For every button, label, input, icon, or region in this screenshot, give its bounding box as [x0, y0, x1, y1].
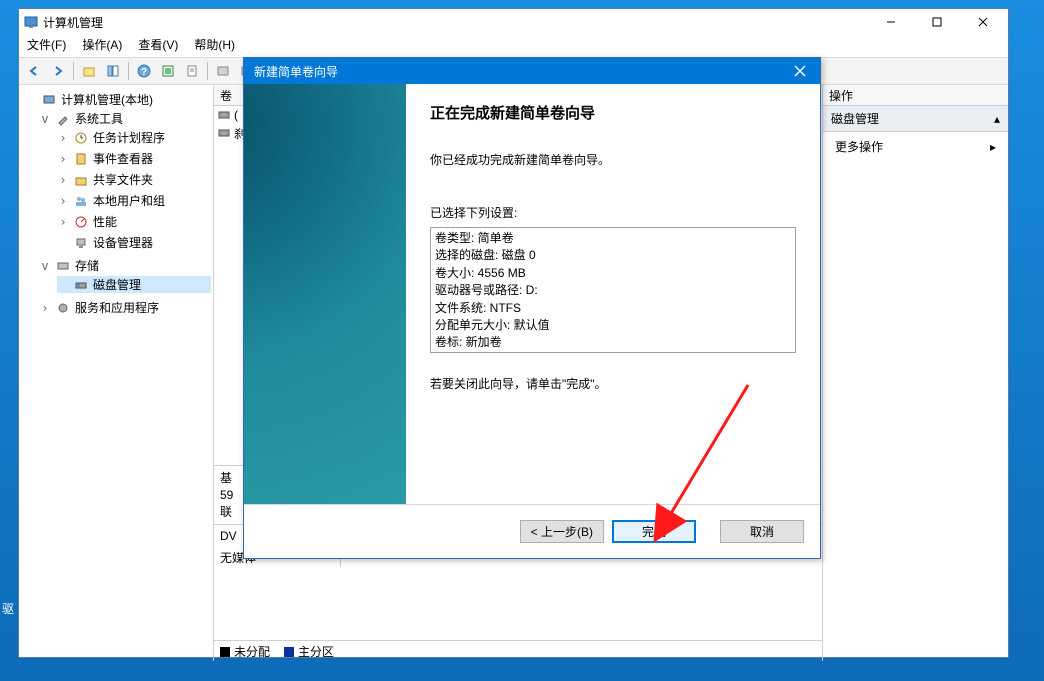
device-icon: [73, 235, 89, 251]
wizard-titlebar[interactable]: 新建简单卷向导: [244, 58, 820, 84]
wizard-side-graphic: [244, 84, 406, 504]
wizard-title: 新建简单卷向导: [254, 63, 780, 80]
wizard-content: 正在完成新建简单卷向导 你已经成功完成新建简单卷向导。 已选择下列设置: 卷类型…: [406, 84, 820, 504]
services-icon: [55, 300, 71, 316]
volume-icon: [218, 127, 230, 139]
tree-local-users[interactable]: ›本地用户和组: [57, 192, 211, 209]
tools-icon: [55, 111, 71, 127]
clock-icon: [73, 130, 89, 146]
volume-icon: [218, 109, 230, 121]
menu-file[interactable]: 文件(F): [25, 35, 68, 55]
back-button[interactable]: [23, 60, 45, 82]
share-icon: [73, 172, 89, 188]
users-icon: [73, 193, 89, 209]
chevron-right-icon: ▸: [990, 140, 996, 154]
actions-header: 操作: [823, 85, 1008, 106]
finish-button[interactable]: 完成: [612, 520, 696, 543]
tree-label: 共享文件夹: [93, 171, 153, 188]
event-icon: [73, 151, 89, 167]
computer-icon: [41, 92, 57, 108]
tree-label: 设备管理器: [93, 234, 153, 251]
svg-text:?: ?: [141, 67, 147, 78]
refresh-button[interactable]: [157, 60, 179, 82]
summary-line: 选择的磁盘: 磁盘 0: [435, 247, 791, 264]
up-button[interactable]: [78, 60, 100, 82]
back-button[interactable]: < 上一步(B): [520, 520, 604, 543]
tree-storage[interactable]: v存储: [39, 257, 211, 274]
tree-shared-folders[interactable]: ›共享文件夹: [57, 171, 211, 188]
wizard-close-button[interactable]: [780, 58, 820, 84]
summary-line: 快速格式化: 是: [435, 352, 791, 353]
properties-button[interactable]: [181, 60, 203, 82]
tree-label: 性能: [93, 213, 117, 230]
tree-label: 服务和应用程序: [75, 299, 159, 316]
legend: 未分配 主分区: [214, 640, 822, 661]
summary-line: 卷类型: 简单卷: [435, 230, 791, 247]
desktop-label-fragment: 驱: [2, 600, 14, 617]
summary-line: 卷大小: 4556 MB: [435, 265, 791, 282]
tree-label: 本地用户和组: [93, 192, 165, 209]
menu-help[interactable]: 帮助(H): [192, 35, 237, 55]
tree-system-tools[interactable]: v系统工具: [39, 110, 211, 127]
tree-label: 存储: [75, 257, 99, 274]
tree-device-manager[interactable]: 设备管理器: [57, 234, 211, 251]
disk-icon: [73, 277, 89, 293]
menu-action[interactable]: 操作(A): [80, 35, 124, 55]
summary-line: 文件系统: NTFS: [435, 300, 791, 317]
legend-primary: 主分区: [284, 643, 334, 660]
new-simple-volume-wizard: 新建简单卷向导 正在完成新建简单卷向导 你已经成功完成新建简单卷向导。 已选择下…: [243, 57, 821, 559]
actions-pane: 操作 磁盘管理 ▴ 更多操作 ▸: [823, 85, 1008, 661]
legend-unallocated: 未分配: [220, 643, 270, 660]
summary-line: 卷标: 新加卷: [435, 334, 791, 351]
toolbar-separator: [73, 62, 74, 80]
tree-performance[interactable]: ›性能: [57, 213, 211, 230]
tree-root[interactable]: 计算机管理(本地): [25, 91, 211, 108]
actions-section-disk[interactable]: 磁盘管理 ▴: [823, 106, 1008, 132]
maximize-button[interactable]: [914, 12, 960, 32]
wizard-settings-label: 已选择下列设置:: [430, 204, 796, 221]
help-button[interactable]: ?: [133, 60, 155, 82]
actions-section-label: 磁盘管理: [831, 110, 879, 127]
toolbar-separator: [128, 62, 129, 80]
menu-bar: 文件(F) 操作(A) 查看(V) 帮助(H): [19, 33, 1008, 57]
wizard-summary-box[interactable]: 卷类型: 简单卷 选择的磁盘: 磁盘 0 卷大小: 4556 MB 驱动器号或路…: [430, 227, 796, 353]
wizard-done-message: 你已经成功完成新建简单卷向导。: [430, 151, 796, 168]
wizard-close-hint: 若要关闭此向导，请单击"完成"。: [430, 375, 796, 392]
close-button[interactable]: [960, 12, 1006, 32]
tree-services-apps[interactable]: ›服务和应用程序: [39, 299, 211, 316]
menu-view[interactable]: 查看(V): [136, 35, 180, 55]
toolbar-separator: [207, 62, 208, 80]
app-icon: [23, 14, 39, 30]
tree-disk-management[interactable]: 磁盘管理: [57, 276, 211, 293]
summary-line: 驱动器号或路径: D:: [435, 282, 791, 299]
wizard-heading: 正在完成新建简单卷向导: [430, 102, 796, 123]
volume-label: (: [234, 108, 238, 122]
wizard-button-row: < 上一步(B) 完成 取消: [244, 504, 820, 557]
tree-label: 事件查看器: [93, 150, 153, 167]
actions-more[interactable]: 更多操作 ▸: [823, 132, 1008, 161]
tree-event-viewer[interactable]: ›事件查看器: [57, 150, 211, 167]
show-hide-tree-button[interactable]: [102, 60, 124, 82]
minimize-button[interactable]: [868, 12, 914, 32]
tree-task-scheduler[interactable]: ›任务计划程序: [57, 129, 211, 146]
perf-icon: [73, 214, 89, 230]
tree-label: 任务计划程序: [93, 129, 165, 146]
titlebar[interactable]: 计算机管理: [19, 9, 1008, 33]
cancel-button[interactable]: 取消: [720, 520, 804, 543]
tree-label: 磁盘管理: [93, 276, 141, 293]
actions-item-label: 更多操作: [835, 138, 883, 155]
toolbar-button[interactable]: [212, 60, 234, 82]
tree-label: 系统工具: [75, 110, 123, 127]
tree-label: 计算机管理(本地): [61, 91, 153, 108]
summary-line: 分配单元大小: 默认值: [435, 317, 791, 334]
nav-tree: 计算机管理(本地) v系统工具 ›任务计划程序 ›事件查看器 ›共享文件夹 ›本…: [19, 85, 214, 661]
forward-button[interactable]: [47, 60, 69, 82]
window-title: 计算机管理: [43, 14, 868, 31]
collapse-icon: ▴: [994, 112, 1000, 126]
storage-icon: [55, 258, 71, 274]
